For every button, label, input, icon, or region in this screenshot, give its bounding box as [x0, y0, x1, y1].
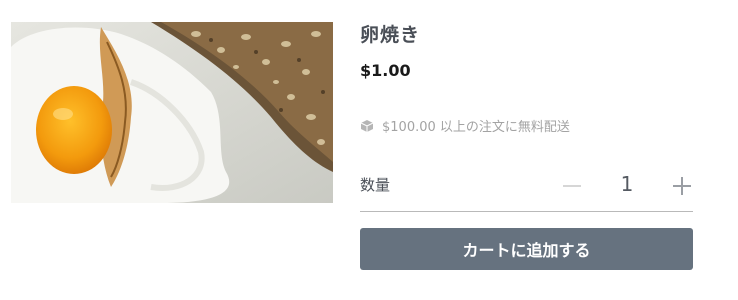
- shipping-text: $100.00 以上の注文に無料配送: [382, 120, 570, 135]
- product-title: 卵焼き: [360, 24, 421, 46]
- box-icon: [360, 119, 374, 133]
- product-card: 卵焼き $1.00 $100.00 以上の注文に無料配送 数量 1 カートに追加…: [0, 0, 738, 300]
- product-price: $1.00: [360, 61, 411, 80]
- add-to-cart-button[interactable]: カートに追加する: [360, 228, 693, 270]
- shipping-notice: $100.00 以上の注文に無料配送: [360, 116, 570, 135]
- plus-icon[interactable]: [670, 174, 694, 198]
- quantity-label: 数量: [360, 176, 391, 194]
- product-image: [11, 22, 333, 203]
- quantity-value[interactable]: 1: [615, 172, 639, 196]
- minus-icon[interactable]: [560, 174, 584, 198]
- quantity-row: 数量 1: [360, 168, 693, 212]
